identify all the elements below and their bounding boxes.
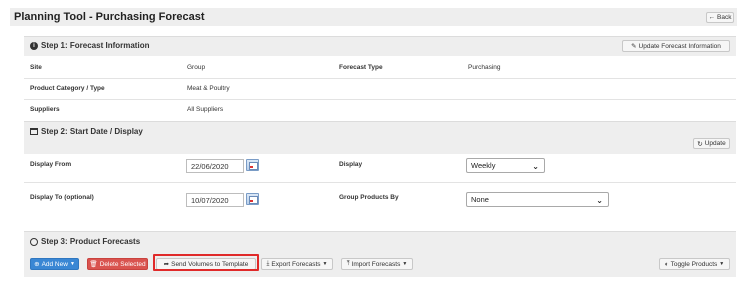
download-icon: ⤓	[266, 260, 270, 267]
chevron-down-icon: ⌄	[596, 196, 603, 205]
step2-title-text: Step 2: Start Date / Display	[41, 127, 143, 136]
toggle-products-label: Toggle Products	[670, 260, 718, 268]
display-from-label: Display From	[30, 161, 72, 168]
calendar-picker-icon[interactable]	[246, 193, 259, 205]
highlight-box	[153, 254, 259, 271]
row-divider	[24, 99, 736, 100]
plus-icon: ⊕	[34, 261, 40, 268]
forecast-type-label: Forecast Type	[339, 64, 383, 71]
category-value: Meat & Poultry	[187, 85, 230, 92]
step1-title: i Step 1: Forecast Information	[30, 41, 149, 50]
group-by-label: Group Products By	[339, 194, 399, 201]
category-label: Product Category / Type	[30, 85, 105, 92]
info-icon: i	[30, 41, 38, 50]
display-select-value: Weekly	[471, 161, 496, 170]
row-divider	[24, 78, 736, 79]
step3-title-text: Step 3: Product Forecasts	[41, 237, 141, 246]
caret-down-icon: ▼	[402, 261, 408, 267]
step3-title: Step 3: Product Forecasts	[30, 237, 140, 246]
forecast-type-value: Purchasing	[468, 64, 501, 71]
step1-title-text: Step 1: Forecast Information	[41, 41, 150, 50]
site-label: Site	[30, 64, 42, 71]
pencil-icon: ✎	[631, 43, 637, 50]
display-select[interactable]: Weekly ⌄	[466, 158, 545, 173]
add-new-label: Add New	[41, 260, 68, 268]
delete-selected-label: Delete Selected	[99, 260, 146, 268]
arrow-left-icon: ←	[708, 14, 716, 21]
delete-selected-button[interactable]: 🗑 Delete Selected	[87, 258, 148, 270]
update-button-label: Update	[704, 140, 726, 147]
calendar-picker-icon[interactable]	[246, 159, 259, 171]
upload-icon: ⤒	[346, 260, 350, 267]
caret-down-icon: ▼	[322, 261, 328, 267]
display-to-input[interactable]: 10/07/2020	[186, 193, 244, 207]
update-button[interactable]: ↻ Update	[693, 138, 730, 149]
suppliers-label: Suppliers	[30, 106, 60, 113]
back-button[interactable]: ← Back	[706, 12, 734, 23]
clock-icon	[30, 237, 38, 246]
display-from-input[interactable]: 22/06/2020	[186, 159, 244, 173]
caret-down-icon: ▼	[69, 261, 75, 267]
export-forecasts-button[interactable]: ⤓ Export Forecasts ▼	[261, 258, 333, 270]
site-value: Group	[187, 64, 206, 71]
toggle-icon: ◐	[664, 260, 669, 268]
display-to-label: Display To (optional)	[30, 194, 94, 201]
page-title: Planning Tool - Purchasing Forecast	[14, 11, 205, 23]
add-new-button[interactable]: ⊕ Add New ▼	[30, 258, 79, 270]
chevron-down-icon: ⌄	[532, 162, 539, 171]
import-forecasts-button[interactable]: ⤒ Import Forecasts ▼	[341, 258, 413, 270]
group-by-select-value: None	[471, 195, 489, 204]
export-forecasts-label: Export Forecasts	[271, 260, 321, 268]
toggle-products-button[interactable]: ◐ Toggle Products ▼	[659, 258, 730, 270]
trash-icon: 🗑	[89, 261, 98, 268]
caret-down-icon: ▼	[719, 261, 725, 267]
update-forecast-information-button[interactable]: ✎ Update Forecast Information	[622, 40, 730, 52]
back-button-label: Back	[717, 14, 732, 21]
group-by-select[interactable]: None ⌄	[466, 192, 609, 207]
suppliers-value: All Suppliers	[187, 106, 224, 113]
update-forecast-information-label: Update Forecast Information	[638, 42, 721, 50]
step2-header	[24, 121, 736, 154]
import-forecasts-label: Import Forecasts	[351, 260, 401, 268]
calendar-icon	[30, 128, 38, 135]
refresh-icon: ↻	[697, 140, 703, 148]
display-label: Display	[339, 161, 363, 168]
row-divider	[24, 182, 736, 183]
step2-title: Step 2: Start Date / Display	[30, 127, 143, 136]
